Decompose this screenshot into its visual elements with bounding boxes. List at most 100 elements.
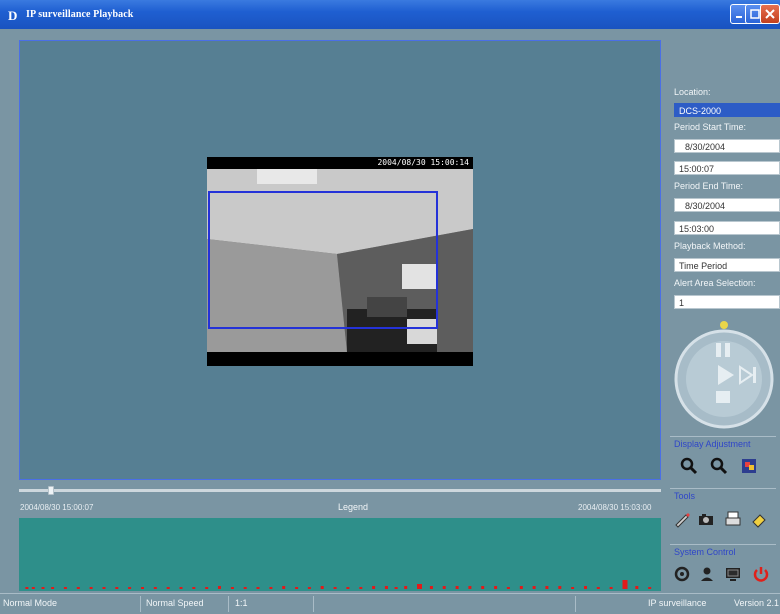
activity-bar [295,587,299,589]
user-button[interactable] [698,565,716,583]
activity-bar [89,587,93,589]
user-icon [701,567,713,581]
stop-button[interactable] [716,391,730,403]
activity-bar [51,587,55,589]
activity-bar [609,587,613,589]
power-button[interactable] [752,565,770,583]
zoom-in-icon [680,457,698,475]
activity-bar [394,587,398,589]
group-divider [670,488,776,489]
alert-area-label: Alert Area Selection: [674,278,756,288]
period-start-label: Period Start Time: [674,122,747,132]
activity-bar [63,587,67,589]
activity-bar [307,587,311,589]
activity-bar [596,587,600,589]
legend-button[interactable]: Legend [338,502,368,512]
activity-bar [558,586,562,589]
timeline-slider-thumb[interactable] [48,486,55,495]
activity-bar [115,587,119,589]
color-adjust-button[interactable] [740,457,758,475]
end-time-field[interactable]: 15:03:00 [674,221,780,235]
group-divider [670,436,776,437]
status-bar: Normal Mode Normal Speed 1:1 IP surveill… [0,593,780,614]
status-ratio: 1:1 [235,598,248,608]
activity-bar [179,587,183,589]
activity-bar [218,586,221,589]
activity-bar [584,586,587,589]
edit-tool-button[interactable] [673,510,691,528]
location-label: Location: [674,87,711,97]
pencil-icon [675,513,690,528]
alert-area-select[interactable]: 1 [674,295,780,309]
activity-bar [417,584,422,589]
activity-bar [622,580,628,589]
camera-image [207,169,473,352]
period-end-label: Period End Time: [674,181,744,191]
activity-bar [346,587,350,589]
close-icon [765,9,775,19]
activity-bar [31,587,35,589]
activity-bar [282,586,286,589]
settings-button[interactable] [673,565,691,583]
system-control-title: System Control [674,547,736,557]
playback-method-select[interactable]: Time Period [674,258,780,272]
activity-bar [256,587,260,589]
group-divider [670,544,776,545]
close-button[interactable] [760,4,780,24]
location-select[interactable]: DCS-2000 [674,103,780,117]
start-date-field[interactable]: 8/30/2004 [674,139,780,153]
activity-bar [320,586,324,589]
activity-bar [333,587,337,589]
activity-bar [76,587,80,589]
activity-bar [635,586,639,589]
window-title: IP surveillance Playback [26,9,134,20]
video-timestamp: 2004/08/30 15:00:14 [377,158,469,167]
monitor-icon [726,568,740,581]
zoom-in-button[interactable] [680,457,698,475]
activity-bar [141,587,144,589]
timeline-slider-track[interactable] [19,489,661,492]
app-logo-icon: D [8,7,18,23]
status-separator [575,596,576,612]
activity-bar [384,586,388,589]
activity-bar [372,586,376,589]
gear-icon [674,566,690,582]
video-frame[interactable]: 2004/08/30 15:00:14 [207,157,473,366]
printer-icon [725,511,741,526]
activity-bar [230,587,234,589]
activity-bar [468,586,472,589]
activity-bar [494,586,498,589]
erase-button[interactable] [750,510,768,528]
activity-bar [192,587,196,589]
title-bar: D IP surveillance Playback [0,0,780,29]
activity-bar [25,587,29,589]
activity-bar [128,587,132,589]
alert-area-box[interactable] [208,191,438,329]
print-button[interactable] [724,510,742,528]
minimize-icon [736,16,742,18]
status-separator [313,596,314,612]
activity-bar [442,586,446,589]
activity-bar [571,587,575,589]
zoom-out-button[interactable] [710,457,728,475]
activity-bar [102,587,106,589]
activity-bar [429,586,433,589]
status-mode: Normal Mode [3,598,58,608]
start-time-field[interactable]: 15:00:07 [674,161,780,175]
activity-bar [648,587,652,589]
activity-bar [545,586,549,589]
display-adjustment-title: Display Adjustment [674,439,751,449]
eraser-icon [752,514,766,528]
activity-bar [359,587,363,589]
maximize-icon [750,9,760,19]
monitor-button[interactable] [724,565,742,583]
color-palette-icon [742,459,756,473]
video-panel: 2004/08/30 15:00:14 [19,40,661,480]
status-separator [140,596,141,612]
activity-bar [404,586,408,589]
tools-title: Tools [674,491,696,501]
end-date-field[interactable]: 8/30/2004 [674,198,780,212]
activity-bar [455,586,459,589]
activity-bar [243,587,247,589]
snapshot-button[interactable] [697,510,715,528]
